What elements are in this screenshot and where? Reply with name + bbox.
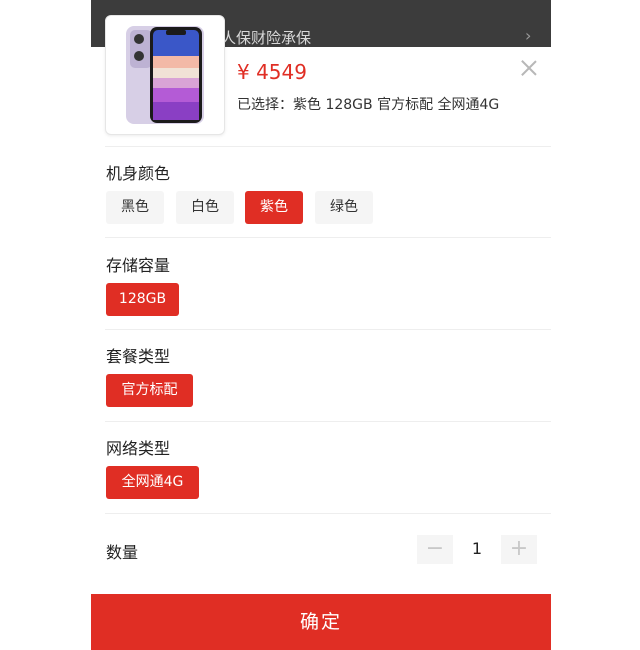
- divider: [105, 513, 551, 514]
- color-option-purple[interactable]: 紫色: [245, 191, 303, 224]
- close-icon[interactable]: [519, 58, 539, 78]
- sku-selector-sheet: 人保财险承保 › ¥ 4549 已选择：紫色 128GB 官方标配 全网通4G …: [91, 0, 551, 650]
- phone-purple-icon: [126, 26, 204, 124]
- product-thumbnail: [105, 15, 225, 135]
- divider: [105, 146, 551, 147]
- color-option-white[interactable]: 白色: [176, 191, 234, 224]
- quantity-label: 数量: [106, 543, 139, 562]
- selected-spec-summary: 已选择：紫色 128GB 官方标配 全网通4G: [237, 97, 500, 113]
- chevron-right-icon: ›: [525, 26, 532, 45]
- package-option-official[interactable]: 官方标配: [106, 374, 193, 407]
- confirm-button[interactable]: 确定: [91, 594, 551, 650]
- color-option-black[interactable]: 黑色: [106, 191, 164, 224]
- divider: [105, 329, 551, 330]
- color-option-green[interactable]: 绿色: [315, 191, 373, 224]
- insurance-banner-text: 人保财险承保: [221, 29, 312, 47]
- quantity-value: 1: [471, 539, 483, 558]
- package-section-title: 套餐类型: [106, 347, 171, 366]
- quantity-minus-button[interactable]: −: [417, 535, 453, 564]
- storage-option-128gb[interactable]: 128GB: [106, 283, 179, 316]
- divider: [105, 421, 551, 422]
- product-price: ¥ 4549: [237, 60, 307, 84]
- divider: [105, 237, 551, 238]
- network-section-title: 网络类型: [106, 439, 171, 458]
- storage-section-title: 存储容量: [106, 256, 171, 275]
- color-section-title: 机身颜色: [106, 164, 171, 183]
- quantity-plus-button[interactable]: +: [501, 535, 537, 564]
- network-option-4g[interactable]: 全网通4G: [106, 466, 199, 499]
